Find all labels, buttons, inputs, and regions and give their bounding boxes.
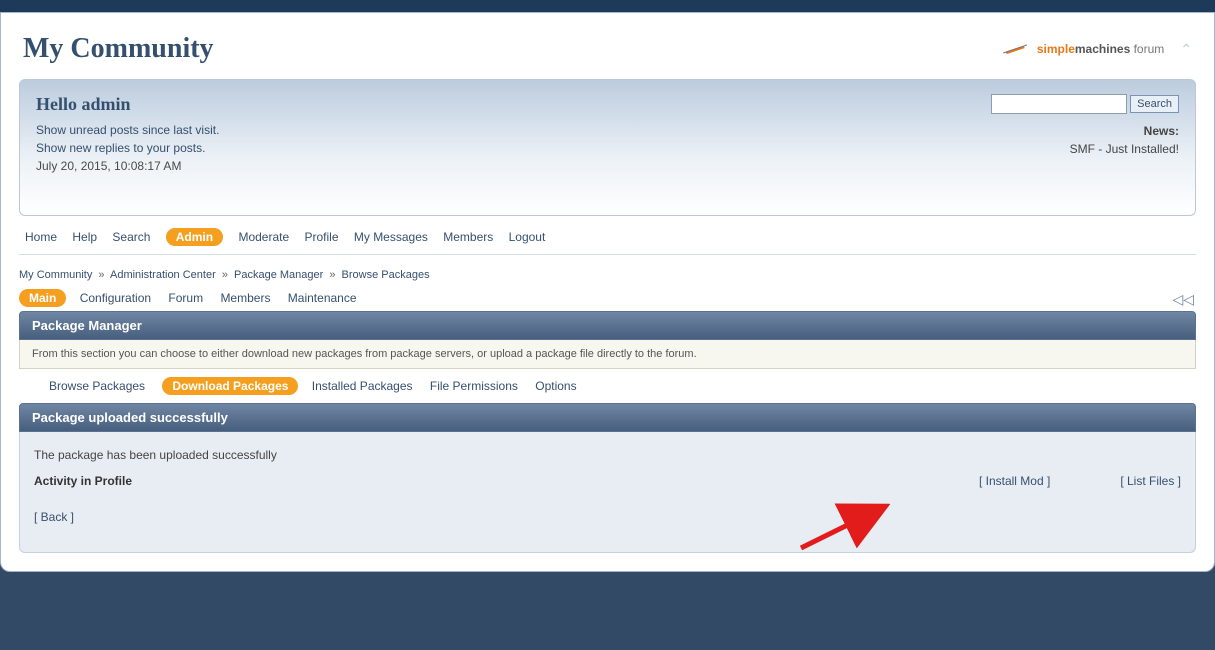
nav-logout[interactable]: Logout [509,230,546,244]
install-mod-link[interactable]: [ Install Mod ] [979,474,1050,488]
unread-posts-link[interactable]: Show unread posts since last visit. [36,123,219,137]
hammer-icon [1003,42,1031,56]
nav-moderate[interactable]: Moderate [238,230,289,244]
admin-tabs: Main Configuration Forum Members Mainten… [19,291,1196,305]
upload-result-box: The package has been uploaded successful… [19,432,1196,553]
tab-configuration[interactable]: Configuration [80,291,151,305]
current-datetime: July 20, 2015, 10:08:17 AM [36,157,1179,175]
nav-help[interactable]: Help [72,230,97,244]
user-info-box: Hello admin Show unread posts since last… [19,79,1196,216]
tab-members[interactable]: Members [220,291,270,305]
nav-messages[interactable]: My Messages [354,230,428,244]
news-text: SMF - Just Installed! [1070,142,1179,156]
tab-maintenance[interactable]: Maintenance [288,291,357,305]
package-subtabs: Browse Packages Download Packages Instal… [19,369,1196,403]
subtab-installed[interactable]: Installed Packages [312,379,413,393]
subtab-download[interactable]: Download Packages [162,377,298,395]
smf-logo[interactable]: simplemachines forum ⌃ [1003,41,1192,58]
tab-main[interactable]: Main [19,289,66,307]
crumb-browse-packages[interactable]: Browse Packages [342,269,430,281]
section-title-package-manager: Package Manager [19,311,1196,340]
nav-profile[interactable]: Profile [305,230,339,244]
crumb-package-manager[interactable]: Package Manager [234,269,323,281]
nav-admin[interactable]: Admin [166,228,223,246]
subtab-browse[interactable]: Browse Packages [49,379,145,393]
breadcrumb: My Community » Administration Center » P… [19,269,1196,281]
news-label: News: [1070,122,1179,140]
new-replies-link[interactable]: Show new replies to your posts. [36,141,205,155]
crumb-community[interactable]: My Community [19,269,92,281]
search-button[interactable]: Search [1130,95,1179,113]
subtab-permissions[interactable]: File Permissions [430,379,518,393]
upload-success-message: The package has been uploaded successful… [34,448,1181,462]
tab-forum[interactable]: Forum [168,291,203,305]
back-link[interactable]: [ Back ] [34,510,74,524]
site-title[interactable]: My Community [23,33,214,65]
search-input[interactable] [991,94,1127,114]
section-title-uploaded: Package uploaded successfully [19,403,1196,432]
collapse-icon[interactable]: ⌃ [1180,41,1192,58]
package-name: Activity in Profile [34,474,132,488]
crumb-admin-center[interactable]: Administration Center [110,269,216,281]
list-files-link[interactable]: [ List Files ] [1120,474,1181,488]
section-description: From this section you can choose to eith… [19,340,1196,369]
nav-home[interactable]: Home [25,230,57,244]
main-menu: Home Help Search Admin Moderate Profile … [19,216,1196,255]
double-left-icon[interactable]: ◁◁ [1172,291,1194,308]
nav-members[interactable]: Members [443,230,493,244]
nav-search[interactable]: Search [112,230,150,244]
subtab-options[interactable]: Options [535,379,576,393]
